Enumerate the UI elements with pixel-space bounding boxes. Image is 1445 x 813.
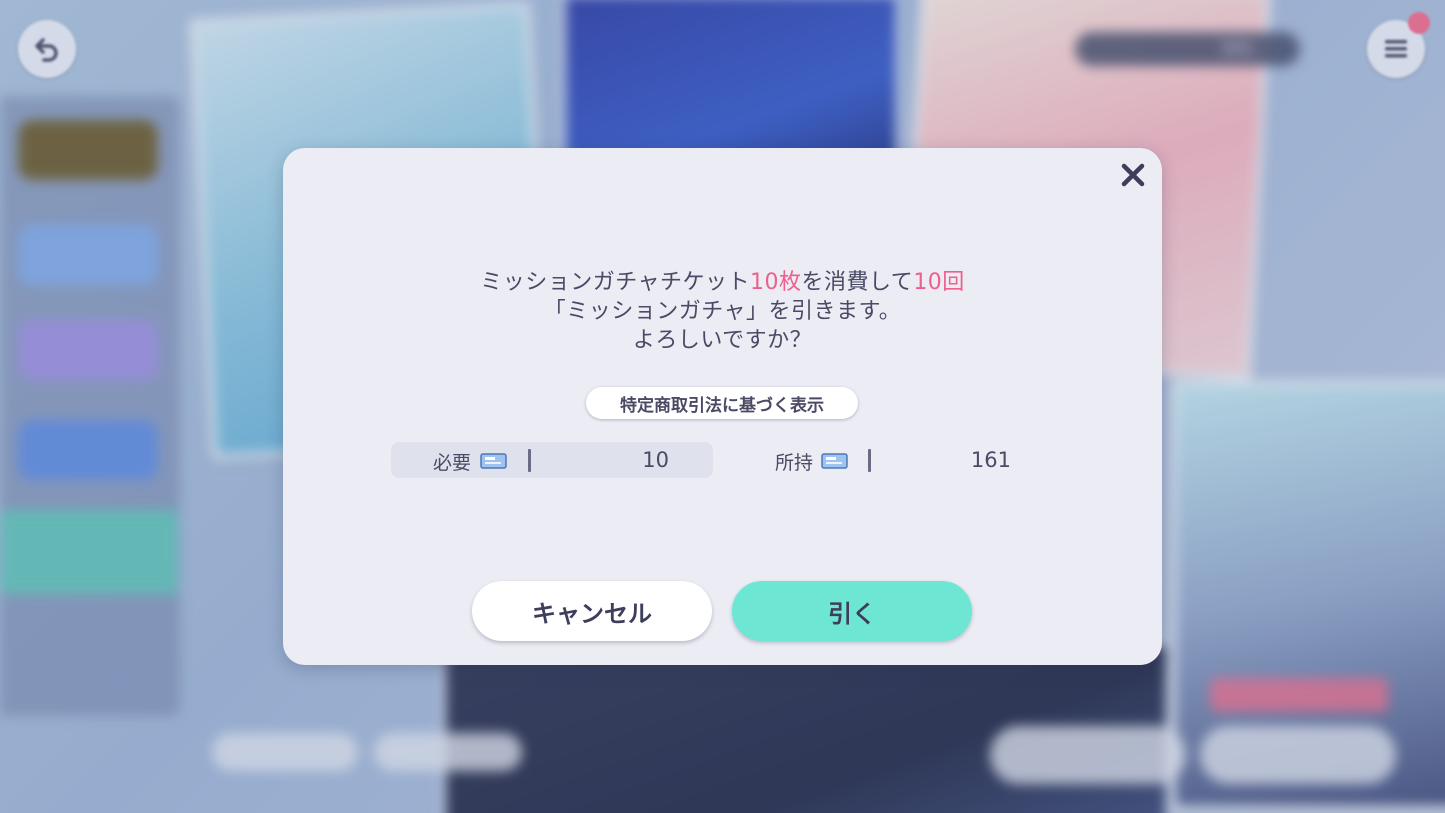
message-line-1: ミッションガチャチケット10枚を消費して10回 <box>283 268 1162 297</box>
owned-tickets-row: 所持 161 <box>761 442 1051 478</box>
required-value: 10 <box>642 448 669 472</box>
confirm-message: ミッションガチャチケット10枚を消費して10回 「ミッションガチャ」を引きます。… <box>283 268 1162 355</box>
draw-button[interactable]: 引く <box>732 581 972 641</box>
close-button[interactable] <box>1118 160 1148 190</box>
ticket-icon <box>480 453 507 469</box>
message-text: を消費して <box>801 270 914 295</box>
message-line-2: 「ミッションガチャ」を引きます。 <box>543 299 902 324</box>
close-icon <box>1121 163 1145 187</box>
gacha-screen: 161 ミッションガチャチケット10枚を消費して10回 「ミッションガチャ」を引… <box>0 0 1445 813</box>
required-tickets-row: 必要 10 <box>391 442 713 478</box>
message-text: ミッションガチャチケット <box>480 270 750 295</box>
owned-label: 所持 <box>775 452 814 474</box>
gacha-confirm-dialog: ミッションガチャチケット10枚を消費して10回 「ミッションガチャ」を引きます。… <box>283 148 1162 665</box>
message-line-3: よろしいですか？ <box>632 328 813 353</box>
ticket-cost-highlight: 10枚 <box>749 270 802 295</box>
required-label: 必要 <box>433 452 472 474</box>
cancel-button[interactable]: キャンセル <box>472 581 712 641</box>
legal-notice-button[interactable]: 特定商取引法に基づく表示 <box>586 387 858 419</box>
ticket-icon <box>821 453 848 469</box>
row-divider <box>528 449 531 472</box>
row-divider <box>868 449 871 472</box>
draw-count-highlight: 10回 <box>913 270 965 295</box>
owned-value: 161 <box>970 448 1011 472</box>
